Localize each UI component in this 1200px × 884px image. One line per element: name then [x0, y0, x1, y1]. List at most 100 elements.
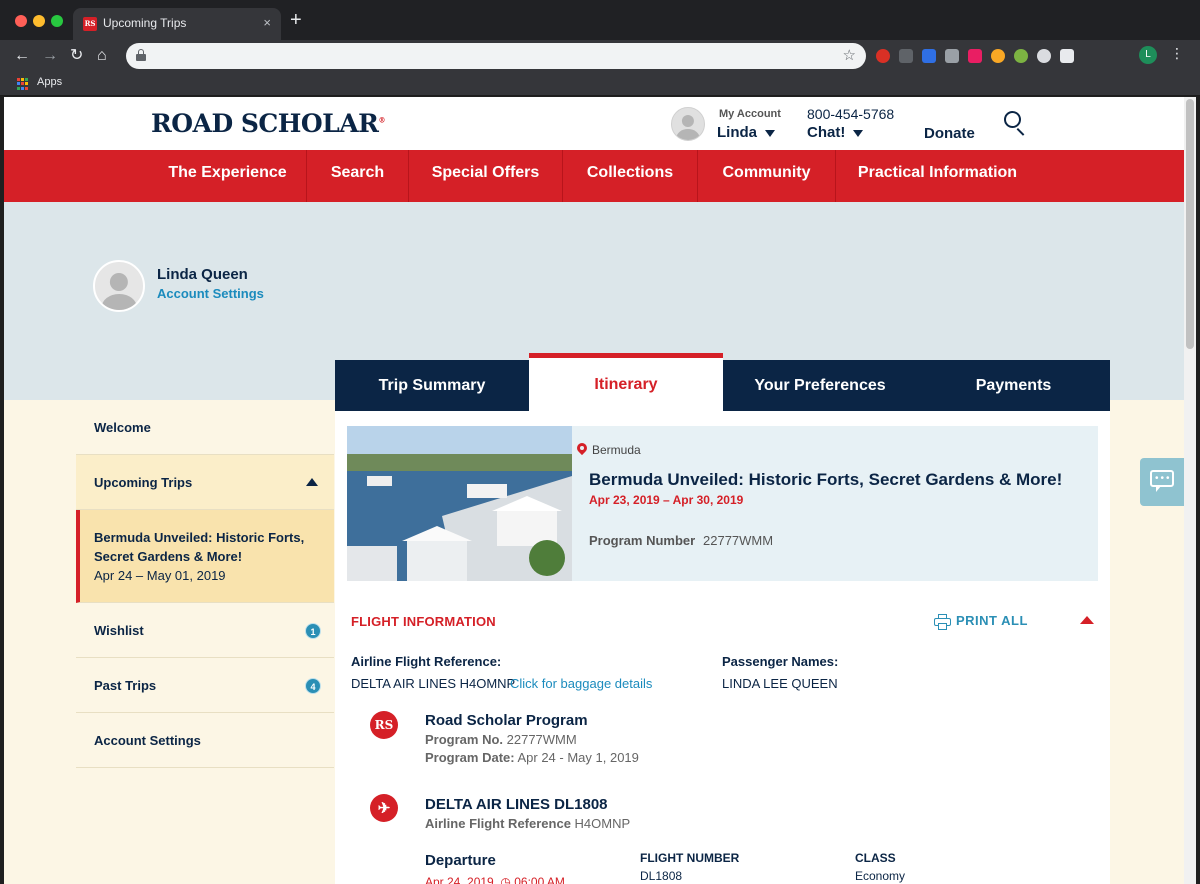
site-header: ROAD SCHOLAR® My Account Linda 800-454-5… [4, 97, 1184, 150]
road-scholar-icon: RS [370, 711, 398, 739]
browser-tab-upcoming-trips[interactable]: RS Upcoming Trips × [73, 8, 281, 40]
extension-stop-icon[interactable] [876, 49, 890, 63]
live-chat-button[interactable]: ••• [1140, 458, 1184, 506]
class-label: CLASS [855, 851, 896, 865]
minimize-window-button[interactable] [33, 15, 45, 27]
site-favicon-icon: RS [83, 17, 97, 31]
print-all-button[interactable]: PRINT ALL [956, 613, 1028, 628]
profile-name: Linda Queen [157, 266, 248, 283]
home-icon[interactable]: ⌂ [97, 45, 107, 67]
trip-title[interactable]: Bermuda Unveiled: Historic Forts, Secret… [589, 470, 1062, 490]
extension-icons [876, 46, 1074, 66]
bookmark-star-icon[interactable]: ☆ [843, 46, 856, 64]
sidebar-trip-title: Bermuda Unveiled: Historic Forts, Secret… [94, 530, 305, 564]
tab-your-preferences[interactable]: Your Preferences [723, 360, 917, 411]
bookmarks-bar: Apps [0, 72, 1200, 96]
trip-dates: Apr 23, 2019 – Apr 30, 2019 [589, 493, 744, 507]
program-item-title: Road Scholar Program [425, 712, 588, 729]
lock-icon [136, 49, 146, 61]
flight-item-title: DELTA AIR LINES DL1808 [425, 796, 608, 813]
reload-icon[interactable]: ↻ [70, 45, 83, 67]
nav-search[interactable]: Search [306, 150, 408, 202]
page-viewport: ROAD SCHOLAR® My Account Linda 800-454-5… [4, 97, 1196, 884]
bermuda-photo [347, 426, 572, 581]
account-avatar[interactable] [671, 107, 705, 141]
past-trips-count-badge: 4 [305, 678, 321, 694]
close-window-button[interactable] [15, 15, 27, 27]
program-number: 22777WMM [703, 533, 774, 548]
extension-k-icon[interactable] [945, 49, 959, 63]
sidebar-item-account-settings[interactable]: Account Settings [76, 713, 334, 768]
flight-item-reference: Airline Flight Reference H4OMNP [425, 816, 631, 831]
nav-practical-information[interactable]: Practical Information [835, 150, 1039, 202]
new-tab-icon[interactable]: + [290, 10, 302, 30]
airline-reference-value: DELTA AIR LINES H4OMNP [351, 676, 516, 691]
tab-trip-summary[interactable]: Trip Summary [335, 360, 529, 411]
collapse-section-icon[interactable] [1080, 616, 1094, 624]
departure-datetime: Apr 24, 2019 ◷ 06:00 AM [425, 875, 565, 884]
browser-tab-bar: RS Upcoming Trips × + [0, 0, 1200, 40]
nav-special-offers[interactable]: Special Offers [408, 150, 562, 202]
sidebar-item-past-trips[interactable]: Past Trips 4 [76, 658, 334, 713]
extension-color-icon[interactable] [991, 49, 1005, 63]
class-value: Economy [855, 869, 906, 883]
extension-m-icon[interactable] [968, 49, 982, 63]
trip-tabs: Trip Summary Itinerary Your Preferences … [335, 353, 1110, 411]
trip-location: Bermuda [592, 443, 641, 457]
airplane-icon: ✈ [370, 794, 398, 822]
extension-circle-icon[interactable] [1037, 49, 1051, 63]
flight-number-label: FLIGHT NUMBER [640, 851, 740, 865]
extension-star-icon[interactable] [1014, 49, 1028, 63]
airline-reference-label: Airline Flight Reference: [351, 654, 502, 669]
apps-bookmark[interactable]: Apps [37, 76, 62, 88]
apps-grid-icon[interactable] [17, 78, 29, 90]
chevron-down-icon [853, 129, 864, 137]
page-scrollbar[interactable] [1184, 97, 1196, 884]
browser-profile-avatar[interactable]: L [1139, 46, 1157, 64]
printer-icon[interactable] [934, 614, 951, 630]
tab-itinerary[interactable]: Itinerary [529, 353, 723, 411]
location-pin-icon [574, 440, 590, 457]
tab-payments[interactable]: Payments [917, 360, 1110, 411]
flight-information-title: FLIGHT INFORMATION [351, 614, 496, 629]
account-menu[interactable]: Linda [717, 124, 775, 141]
account-sidebar: Welcome Upcoming Trips Bermuda Unveiled:… [76, 400, 334, 768]
nav-community[interactable]: Community [697, 150, 835, 202]
baggage-details-link[interactable]: Click for baggage details [510, 676, 652, 691]
clock-icon: ◷ [500, 875, 511, 884]
nav-the-experience[interactable]: The Experience [149, 150, 306, 202]
program-number-label: Program Number [589, 533, 696, 548]
back-arrow-icon[interactable]: ← [14, 45, 30, 67]
sidebar-trip-selected[interactable]: Bermuda Unveiled: Historic Forts, Secret… [76, 510, 334, 603]
search-icon[interactable] [1004, 111, 1028, 136]
road-scholar-logo[interactable]: ROAD SCHOLAR® [151, 109, 385, 138]
donate-link[interactable]: Donate [924, 125, 975, 142]
passenger-names-label: Passenger Names: [722, 654, 839, 669]
trip-banner: Bermuda Bermuda Unveiled: Historic Forts… [347, 426, 1098, 581]
sidebar-item-wishlist[interactable]: Wishlist 1 [76, 603, 334, 658]
passenger-names-value: LINDA LEE QUEEN [722, 676, 838, 691]
sidebar-item-upcoming-trips[interactable]: Upcoming Trips [76, 455, 334, 510]
chevron-up-icon [306, 478, 318, 486]
browser-menu-icon[interactable]: ⋮ [1170, 45, 1184, 62]
program-item-number: Program No. 22777WMM [425, 732, 577, 747]
wishlist-count-badge: 1 [305, 623, 321, 639]
account-settings-link[interactable]: Account Settings [157, 286, 264, 301]
phone-number[interactable]: 800-454-5768 [807, 106, 894, 122]
sidebar-item-welcome[interactable]: Welcome [76, 400, 334, 455]
forward-arrow-icon[interactable]: → [42, 45, 58, 67]
profile-avatar [93, 260, 145, 312]
close-tab-icon[interactable]: × [263, 15, 271, 30]
my-account-label: My Account [719, 108, 781, 120]
scrollbar-thumb[interactable] [1186, 99, 1194, 349]
extension-dropbox-icon[interactable] [922, 49, 936, 63]
nav-collections[interactable]: Collections [562, 150, 697, 202]
maximize-window-button[interactable] [51, 15, 63, 27]
flight-number-value: DL1808 [640, 869, 683, 883]
address-bar[interactable]: ☆ [126, 43, 866, 69]
extension-w-icon[interactable] [899, 49, 913, 63]
extension-print-icon[interactable] [1060, 49, 1074, 63]
departure-label: Departure [425, 852, 496, 869]
chat-menu[interactable]: Chat! [807, 124, 864, 141]
browser-toolbar: ← → ↻ ⌂ ☆ L ⋮ [0, 40, 1200, 72]
